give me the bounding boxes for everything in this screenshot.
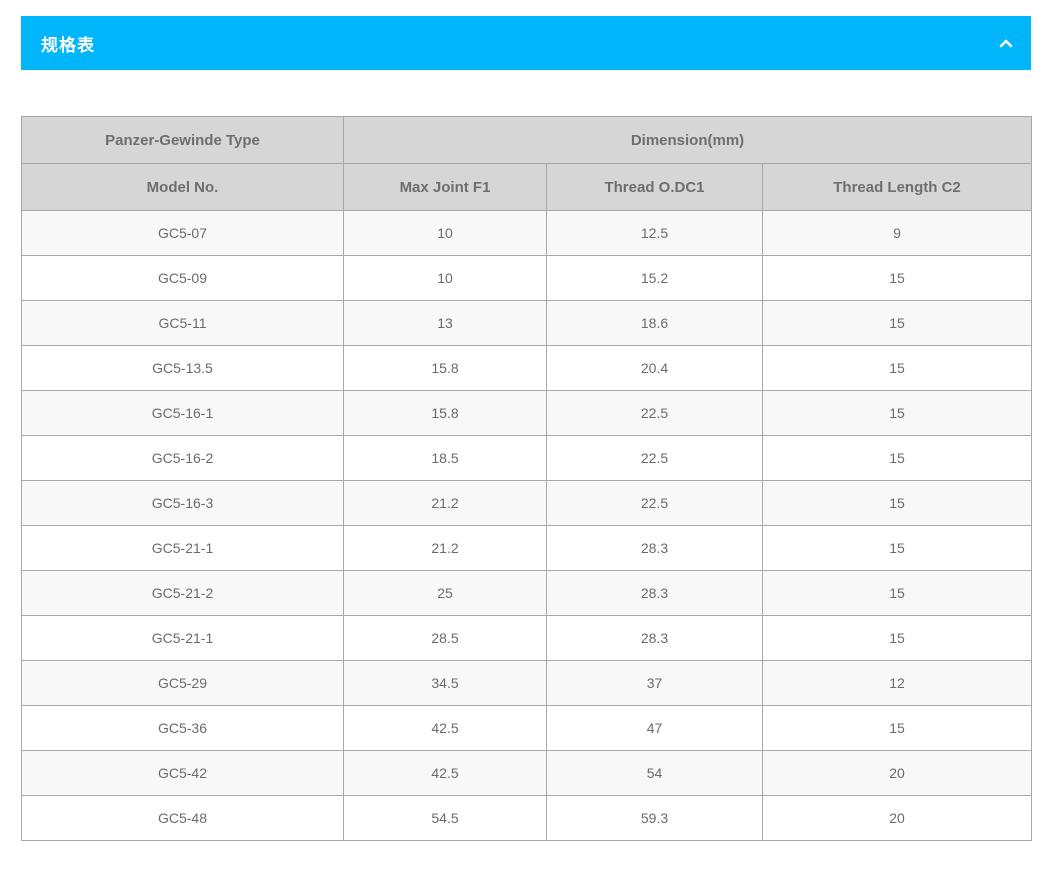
cell-thread-od: 54 bbox=[546, 750, 763, 796]
group-header-row: Panzer-Gewinde Type Dimension(mm) bbox=[21, 116, 1033, 164]
cell-max-joint: 42.5 bbox=[343, 705, 547, 751]
table-row: GC5-09 10 15.2 15 bbox=[21, 255, 1033, 301]
cell-thread-length: 15 bbox=[761, 615, 1033, 661]
column-header-row: Model No. Max Joint F1 Thread O.DC1 Thre… bbox=[21, 163, 1033, 211]
table-row: GC5-16-3 21.2 22.5 15 bbox=[21, 480, 1033, 526]
cell-model: GC5-42 bbox=[21, 750, 344, 796]
table-row: GC5-16-1 15.8 22.5 15 bbox=[21, 390, 1033, 436]
cell-thread-length: 15 bbox=[761, 255, 1033, 301]
cell-max-joint: 10 bbox=[343, 210, 547, 256]
cell-model: GC5-11 bbox=[21, 300, 344, 346]
table-row: GC5-21-1 21.2 28.3 15 bbox=[21, 525, 1033, 571]
cell-model: GC5-21-1 bbox=[21, 525, 344, 571]
table-row: GC5-16-2 18.5 22.5 15 bbox=[21, 435, 1033, 481]
cell-max-joint: 18.5 bbox=[343, 435, 547, 481]
cell-thread-od: 22.5 bbox=[546, 480, 763, 526]
cell-thread-length: 12 bbox=[761, 660, 1033, 706]
cell-thread-od: 37 bbox=[546, 660, 763, 706]
cell-thread-od: 28.3 bbox=[546, 570, 763, 616]
cell-thread-length: 20 bbox=[761, 795, 1033, 841]
table-row: GC5-07 10 12.5 9 bbox=[21, 210, 1033, 256]
cell-thread-od: 47 bbox=[546, 705, 763, 751]
spec-accordion-header[interactable]: 规格表 bbox=[21, 16, 1031, 70]
cell-model: GC5-21-2 bbox=[21, 570, 344, 616]
table-body: GC5-07 10 12.5 9 GC5-09 10 15.2 15 GC5-11 13 18.6 1… bbox=[21, 210, 1033, 841]
table-row: GC5-13.5 15.8 20.4 15 bbox=[21, 345, 1033, 391]
cell-max-joint: 13 bbox=[343, 300, 547, 346]
column-header-thread-od: Thread O.DC1 bbox=[546, 163, 763, 211]
cell-model: GC5-48 bbox=[21, 795, 344, 841]
cell-model: GC5-16-2 bbox=[21, 435, 344, 481]
table-row: GC5-21-2 25 28.3 15 bbox=[21, 570, 1033, 616]
cell-model: GC5-21-1 bbox=[21, 615, 344, 661]
cell-thread-length: 15 bbox=[761, 705, 1033, 751]
cell-max-joint: 34.5 bbox=[343, 660, 547, 706]
table-row: GC5-29 34.5 37 12 bbox=[21, 660, 1033, 706]
cell-thread-od: 22.5 bbox=[546, 390, 763, 436]
column-header-model: Model No. bbox=[21, 163, 344, 211]
cell-thread-od: 20.4 bbox=[546, 345, 763, 391]
cell-max-joint: 21.2 bbox=[343, 480, 547, 526]
cell-thread-length: 15 bbox=[761, 525, 1033, 571]
cell-thread-length: 15 bbox=[761, 435, 1033, 481]
cell-thread-od: 12.5 bbox=[546, 210, 763, 256]
accordion-title: 规格表 bbox=[41, 35, 95, 56]
cell-model: GC5-13.5 bbox=[21, 345, 344, 391]
cell-thread-od: 18.6 bbox=[546, 300, 763, 346]
cell-thread-od: 28.3 bbox=[546, 525, 763, 571]
cell-thread-od: 59.3 bbox=[546, 795, 763, 841]
cell-thread-length: 15 bbox=[761, 480, 1033, 526]
cell-model: GC5-07 bbox=[21, 210, 344, 256]
dimension-group-header: Dimension(mm) bbox=[342, 116, 1033, 164]
type-group-header: Panzer-Gewinde Type bbox=[21, 116, 344, 164]
spec-table: Panzer-Gewinde Type Dimension(mm) Model … bbox=[21, 116, 1033, 841]
column-header-thread-length: Thread Length C2 bbox=[761, 163, 1033, 211]
cell-thread-length: 15 bbox=[761, 300, 1033, 346]
cell-thread-length: 20 bbox=[761, 750, 1033, 796]
cell-thread-od: 22.5 bbox=[546, 435, 763, 481]
table-row: GC5-36 42.5 47 15 bbox=[21, 705, 1033, 751]
table-row: GC5-42 42.5 54 20 bbox=[21, 750, 1033, 796]
cell-max-joint: 15.8 bbox=[343, 390, 547, 436]
cell-max-joint: 10 bbox=[343, 255, 547, 301]
page: 规格表 Panzer-Gewinde Type Dimension(mm) Mo… bbox=[0, 0, 1048, 870]
chevron-up-icon[interactable] bbox=[997, 34, 1015, 52]
cell-max-joint: 54.5 bbox=[343, 795, 547, 841]
cell-thread-length: 15 bbox=[761, 570, 1033, 616]
cell-model: GC5-16-1 bbox=[21, 390, 344, 436]
table-row: GC5-48 54.5 59.3 20 bbox=[21, 795, 1033, 841]
cell-model: GC5-16-3 bbox=[21, 480, 344, 526]
cell-thread-length: 15 bbox=[761, 390, 1033, 436]
cell-thread-length: 15 bbox=[761, 345, 1033, 391]
cell-max-joint: 28.5 bbox=[343, 615, 547, 661]
table-row: GC5-21-1 28.5 28.3 15 bbox=[21, 615, 1033, 661]
cell-thread-length: 9 bbox=[761, 210, 1033, 256]
cell-model: GC5-29 bbox=[21, 660, 344, 706]
cell-thread-od: 15.2 bbox=[546, 255, 763, 301]
cell-max-joint: 25 bbox=[343, 570, 547, 616]
column-header-max-joint: Max Joint F1 bbox=[343, 163, 547, 211]
cell-max-joint: 15.8 bbox=[343, 345, 547, 391]
cell-model: GC5-36 bbox=[21, 705, 344, 751]
cell-max-joint: 21.2 bbox=[343, 525, 547, 571]
table-row: GC5-11 13 18.6 15 bbox=[21, 300, 1033, 346]
cell-model: GC5-09 bbox=[21, 255, 344, 301]
cell-max-joint: 42.5 bbox=[343, 750, 547, 796]
cell-thread-od: 28.3 bbox=[546, 615, 763, 661]
